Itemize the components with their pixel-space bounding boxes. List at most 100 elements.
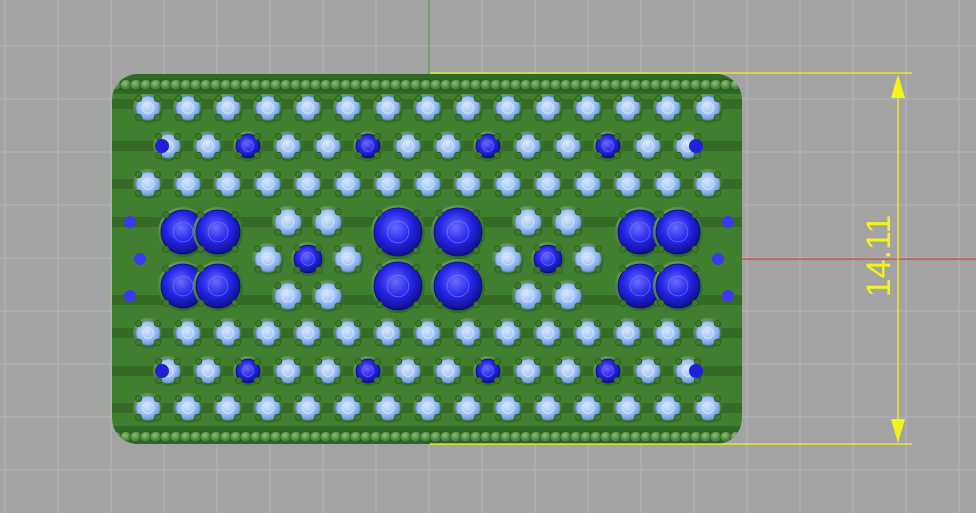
light-stone xyxy=(513,131,543,161)
prong xyxy=(473,395,481,403)
prong xyxy=(554,282,562,290)
prong xyxy=(393,95,401,103)
prong xyxy=(619,211,627,219)
light-stone xyxy=(413,169,443,199)
prong xyxy=(135,413,143,421)
light-stone xyxy=(413,93,443,123)
prong xyxy=(535,413,543,421)
prong xyxy=(555,151,563,159)
prong xyxy=(375,171,383,179)
prong xyxy=(574,302,582,310)
prong xyxy=(534,302,542,310)
prong xyxy=(295,113,303,121)
prong xyxy=(554,228,562,236)
prong xyxy=(475,133,483,141)
prong xyxy=(231,299,239,307)
prong xyxy=(353,413,361,421)
prong xyxy=(473,209,481,217)
prong xyxy=(595,133,603,141)
prong xyxy=(415,413,423,421)
prong xyxy=(613,151,621,159)
light-stone xyxy=(433,356,463,386)
prong xyxy=(175,95,183,103)
prong xyxy=(393,171,401,179)
prong xyxy=(314,282,322,290)
cad-viewport[interactable]: 14.11 xyxy=(0,0,976,513)
light-stone xyxy=(533,393,563,423)
prong xyxy=(213,376,221,384)
prong xyxy=(415,113,423,121)
prong xyxy=(334,208,342,216)
prong xyxy=(435,151,443,159)
prong xyxy=(655,189,663,197)
prong xyxy=(162,245,170,253)
prong xyxy=(593,413,601,421)
prong xyxy=(375,320,383,328)
prong xyxy=(135,189,143,197)
light-stone xyxy=(133,169,163,199)
prong xyxy=(375,95,383,103)
prong xyxy=(273,189,281,197)
prong xyxy=(675,376,683,384)
prong xyxy=(593,171,601,179)
light-stone xyxy=(693,93,723,123)
prong xyxy=(673,95,681,103)
prong xyxy=(675,151,683,159)
prong xyxy=(335,395,343,403)
dark-stone xyxy=(431,205,485,259)
prong xyxy=(533,266,541,274)
prong xyxy=(315,266,323,274)
prong xyxy=(495,413,503,421)
light-stone xyxy=(693,318,723,348)
dark-stone xyxy=(371,259,425,313)
prong xyxy=(655,95,663,103)
prong xyxy=(455,338,463,346)
prong xyxy=(375,301,383,309)
prong xyxy=(273,95,281,103)
prong xyxy=(495,395,503,403)
prong xyxy=(514,282,522,290)
prong xyxy=(693,133,701,141)
prong xyxy=(657,265,665,273)
prong xyxy=(495,320,503,328)
viewport-canvas[interactable]: 14.11 xyxy=(0,0,976,513)
prong xyxy=(255,95,263,103)
prong xyxy=(415,189,423,197)
prong xyxy=(373,151,381,159)
prong xyxy=(193,338,201,346)
prong xyxy=(553,95,561,103)
prong xyxy=(555,133,563,141)
prong xyxy=(375,338,383,346)
dimension-arrow-top-icon xyxy=(891,74,905,98)
prong xyxy=(575,189,583,197)
prong xyxy=(354,265,362,273)
light-stone xyxy=(393,131,423,161)
light-stone xyxy=(552,206,584,238)
prong xyxy=(595,358,603,366)
light-stone xyxy=(373,318,403,348)
prong xyxy=(155,358,163,366)
prong xyxy=(713,171,721,179)
prong xyxy=(231,265,239,273)
prong xyxy=(273,338,281,346)
prong xyxy=(255,395,263,403)
prong xyxy=(574,228,582,236)
light-stone xyxy=(573,318,603,348)
prong xyxy=(235,358,243,366)
prong xyxy=(433,413,441,421)
prong xyxy=(197,299,205,307)
prong xyxy=(433,338,441,346)
prong xyxy=(433,171,441,179)
prong xyxy=(615,320,623,328)
prong xyxy=(274,245,282,253)
prong xyxy=(233,320,241,328)
prong xyxy=(533,133,541,141)
light-stone xyxy=(273,356,303,386)
eternity-band-model[interactable] xyxy=(110,74,742,446)
prong xyxy=(153,338,161,346)
prong xyxy=(535,189,543,197)
prong xyxy=(514,302,522,310)
prong xyxy=(535,171,543,179)
prong xyxy=(255,171,263,179)
side-stone xyxy=(124,290,136,302)
